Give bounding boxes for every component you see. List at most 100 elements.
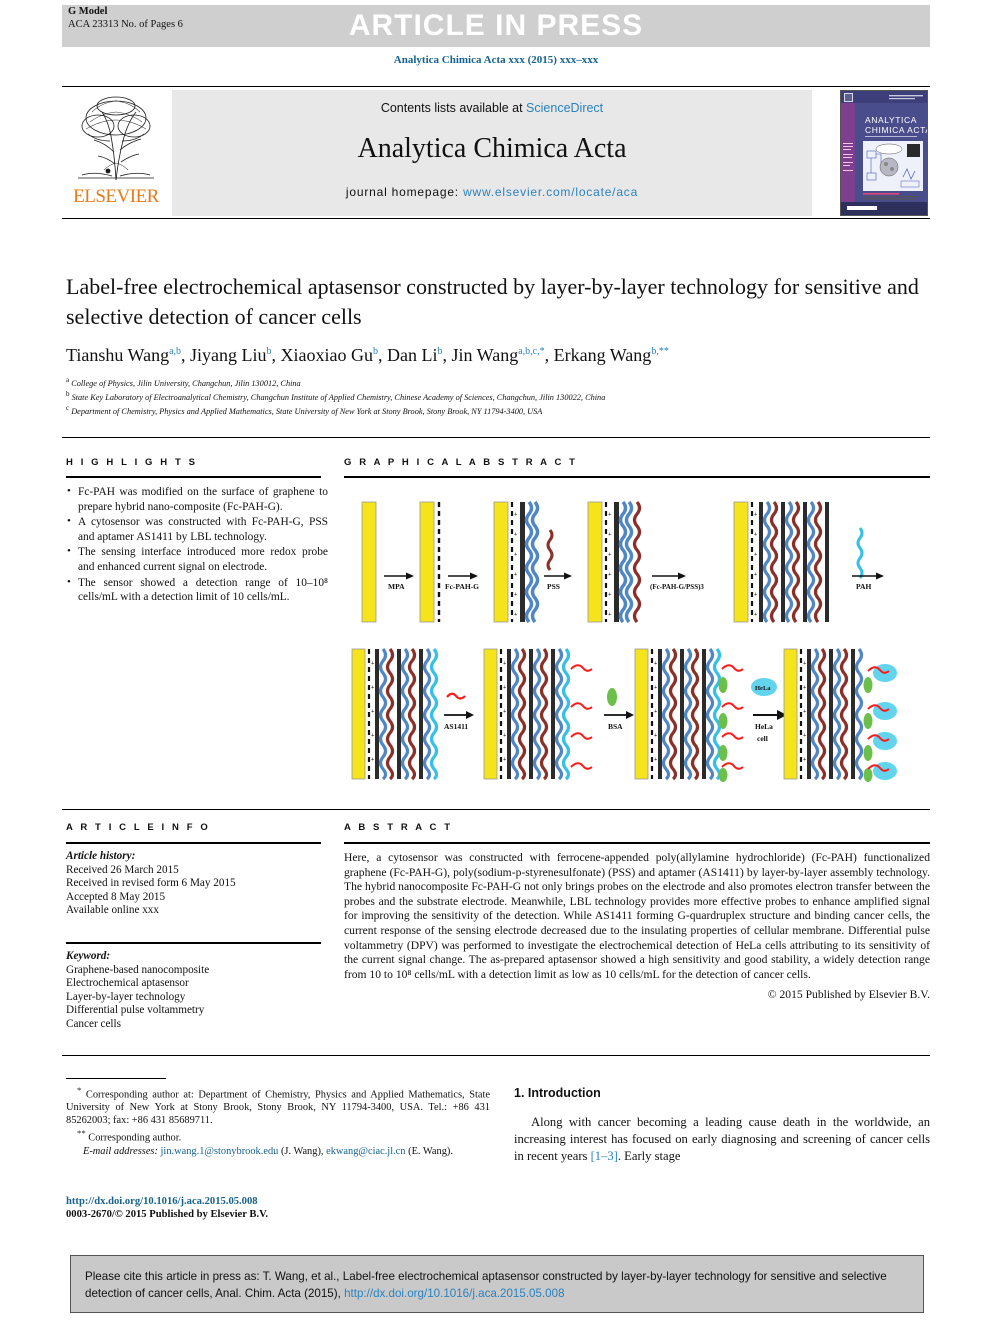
svg-text:+: + [503,733,507,739]
svg-text:+: + [371,685,375,691]
graphical-abstract-heading: G R A P H I C A L A B S T R A C T [344,457,578,468]
list-item: Fc-PAH was modified on the surface of gr… [66,484,328,514]
author-affil-marker: b [266,346,272,357]
svg-text:+: + [654,661,658,667]
sciencedirect-link[interactable]: ScienceDirect [526,101,603,115]
author-name: Jin Wang [451,345,519,365]
masthead-center: Contents lists available at ScienceDirec… [172,90,812,216]
introduction-section: 1. Introduction Along with cancer becomi… [514,1086,930,1165]
elsevier-logo: ELSEVIER [68,92,164,214]
author-affil-marker: a,b [169,346,182,357]
ga-arrow-label: PAH [856,582,871,591]
list-item: The sensing interface introduced more re… [66,544,328,574]
svg-text:+: + [503,757,507,763]
graphical-abstract-section: G R A P H I C A L A B S T R A C T MPA Fc… [344,457,930,804]
graphical-abstract-rule [344,476,930,478]
cite-footer-text: Please cite this article in press as: T.… [85,1268,909,1302]
journal-cover-thumbnail: ANALYTICA CHIMICA ACTA [840,90,928,216]
svg-text:+: + [654,685,658,691]
double-asterisk-icon: ** [77,1128,86,1139]
svg-text:CHIMICA ACTA: CHIMICA ACTA [865,125,927,135]
svg-text:+: + [608,552,612,558]
svg-text:+: + [371,709,375,715]
citation-link[interactable]: [1–3] [591,1149,618,1163]
intro-text-pre: Along with cancer becoming a leading cau… [514,1115,930,1163]
doi-block: http://dx.doi.org/10.1016/j.aca.2015.05.… [66,1195,490,1222]
keyword-item: Electrochemical aptasensor [66,977,189,990]
email-owner-2: (E. Wang). [408,1145,453,1157]
history-item: Received 26 March 2015 [66,863,179,876]
ga-arrow-label: AS1411 [444,722,468,731]
svg-text:+: + [754,592,758,598]
corresponding-author-note-2: ** Corresponding author. [66,1127,490,1144]
svg-text:+: + [803,661,807,667]
svg-text:+: + [514,532,518,538]
keyword-list: Keyword: Graphene-based nanocomposite El… [66,950,328,1032]
masthead-top-rule [62,86,930,87]
history-item: Available online xxx [66,904,159,917]
journal-homepage-line: journal homepage: www.elsevier.com/locat… [172,185,812,199]
footnote-rule [66,1078,166,1079]
author-affil-marker: a,b,c,* [518,346,545,357]
journal-homepage-link[interactable]: www.elsevier.com/locate/aca [463,185,638,199]
svg-text:+: + [803,709,807,715]
svg-text:+: + [371,661,375,667]
svg-text:+: + [514,612,518,618]
svg-text:+: + [754,572,758,578]
svg-text:+: + [608,512,612,518]
contents-prefix: Contents lists available at [380,101,527,115]
article-history: Article history: Received 26 March 2015 … [66,850,328,918]
affiliation-marker: b [66,390,70,399]
keyword-item: Cancer cells [66,1017,121,1030]
svg-text:+: + [803,757,807,763]
svg-text:+: + [608,532,612,538]
affiliation-text: State Key Laboratory of Electroanalytica… [71,392,606,402]
affiliation-item: a College of Physics, Jilin University, … [66,375,936,389]
svg-text:+: + [503,661,507,667]
intro-text-post: . Early stage [617,1149,681,1163]
svg-text:+: + [754,612,758,618]
svg-text:ANALYTICA: ANALYTICA [865,115,917,125]
ga-arrow-label: PSS [547,582,560,591]
affiliation-marker: c [66,404,70,413]
corresponding-author-text-2: Corresponding author. [88,1132,182,1144]
svg-text:+: + [371,757,375,763]
affiliation-item: c Department of Chemistry, Physics and A… [66,403,936,417]
svg-text:+: + [754,512,758,518]
abstract-rule [344,842,930,844]
masthead-bottom-rule [62,218,930,219]
keyword-rule [66,941,321,944]
elsevier-wordmark: ELSEVIER [73,186,159,207]
affiliation-text: Department of Chemistry, Physics and App… [71,407,543,417]
footnotes-section: * Corresponding author at: Department of… [66,1078,490,1158]
graphical-abstract-figure: MPA Fc-PAH-G + + + + + + PSS + + + + + +… [344,484,930,804]
corresponding-author-note-1: * Corresponding author at: Department of… [66,1084,490,1127]
section-divider-top [62,437,930,438]
keyword-item: Differential pulse voltammetry [66,1004,205,1017]
email-link-2[interactable]: ekwang@ciac.jl.cn [326,1146,405,1157]
corresponding-author-text-1: Corresponding author at: Department of C… [66,1089,490,1127]
issn-copyright: 0003-2670/© 2015 Published by Elsevier B… [66,1209,269,1221]
highlights-rule [66,476,321,478]
ga-arrow-label: Fc-PAH-G [445,582,479,591]
journal-title: Analytica Chimica Acta [357,133,627,164]
article-info-heading: A R T I C L E I N F O [66,822,211,833]
highlights-heading: H I G H L I G H T S [66,457,198,468]
cite-doi-link[interactable]: http://dx.doi.org/10.1016/j.aca.2015.05.… [344,1287,564,1300]
page-title: Label-free electrochemical aptasensor co… [66,274,919,329]
keyword-label: Keyword: [66,949,111,962]
doi-link[interactable]: http://dx.doi.org/10.1016/j.aca.2015.05.… [66,1196,258,1207]
author-name: Dan Li [387,345,438,365]
affiliation-list: a College of Physics, Jilin University, … [66,375,936,418]
svg-text:+: + [503,685,507,691]
keyword-item: Graphene-based nanocomposite [66,963,210,976]
introduction-paragraph: Along with cancer becoming a leading cau… [514,1114,930,1165]
author-list: Tianshu Wanga,b, Jiyang Liub, Xiaoxiao G… [66,345,669,365]
svg-text:+: + [371,733,375,739]
article-in-press-banner: ARTICLE IN PRESS [62,5,930,47]
journal-reference: Analytica Chimica Acta xxx (2015) xxx–xx… [393,54,599,66]
journal-masthead: ELSEVIER Contents lists available at Sci… [62,86,930,219]
svg-text:+: + [514,592,518,598]
email-link-1[interactable]: jin.wang.1@stonybrook.edu [161,1146,279,1157]
section-divider-bottom [62,1055,930,1056]
